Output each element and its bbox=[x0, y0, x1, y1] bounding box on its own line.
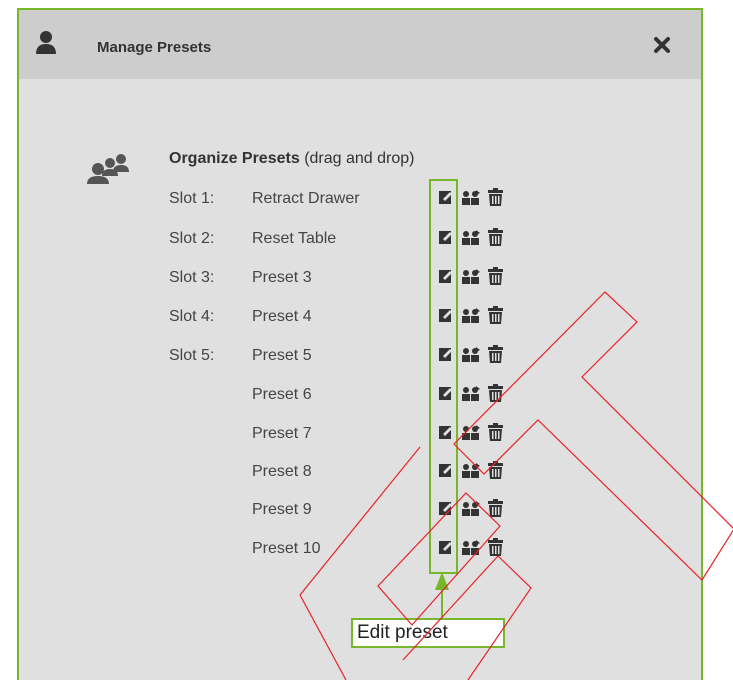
edit-preset-callout: Edit preset bbox=[351, 618, 505, 648]
callout-label: Edit preset bbox=[357, 622, 448, 643]
callout-arrow bbox=[435, 572, 449, 618]
